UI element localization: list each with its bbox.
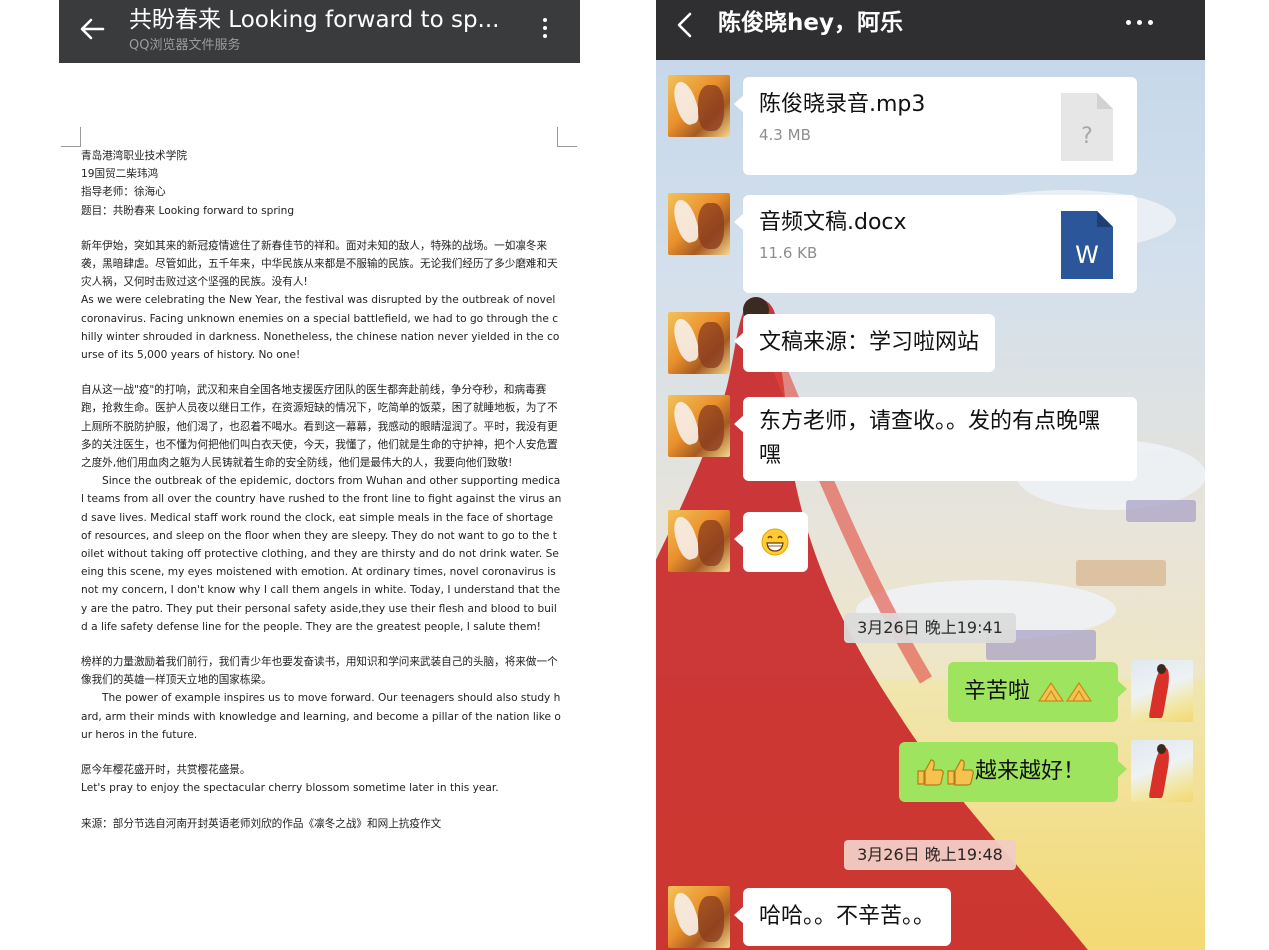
doc-paragraph: 榜样的力量激励着我们前行，我们青少年也要发奋读书，用知识和学问来武装自己的头脑，… <box>81 656 558 687</box>
doc-header-line: 青岛港湾职业技术学院 <box>81 150 187 162</box>
text-message[interactable]: 东方老师，请查收。。发的有点晚嘿嘿 <box>734 397 1137 481</box>
page-corner-mark-right <box>557 127 577 147</box>
back-arrow-icon[interactable] <box>77 14 107 44</box>
viewer-toolbar: 共盼春来 Looking forward to sp... QQ浏览器文件服务 <box>59 0 580 63</box>
text-message-sent[interactable]: 辛苦啦 <box>948 662 1127 722</box>
doc-paragraph: As we were celebrating the New Year, the… <box>81 294 560 362</box>
text-message[interactable]: 哈哈。。不辛苦。。 <box>733 888 952 946</box>
thumbs-up-icon <box>917 759 974 786</box>
file-message[interactable]: 陈俊晓录音.mp3 4.3 MB ? <box>734 77 1137 175</box>
page-corner-mark-left <box>61 127 81 147</box>
doc-header-line: 题目：共盼春来 Looking forward to spring <box>81 204 295 217</box>
chat-title: 陈俊晓hey，阿乐 <box>718 10 903 36</box>
file-message[interactable]: 音频文稿.docx 11.6 KB W <box>734 195 1137 293</box>
doc-paragraph: 愿今年樱花盛开时，共赏樱花盛景。 <box>81 764 251 777</box>
doc-header-line: 指导老师：徐海心 <box>81 186 166 199</box>
hands-together-icon <box>1037 681 1093 702</box>
message-text: 哈哈。。不辛苦。。 <box>759 904 936 929</box>
chat-header: 陈俊晓hey，阿乐 <box>656 0 1205 60</box>
document-body: 青岛港湾职业技术学院 19国贸二柴玮鸿 指导老师：徐海心 题目：共盼春来 Loo… <box>81 147 562 833</box>
doc-header-line: 19国贸二柴玮鸿 <box>81 168 159 181</box>
message-text: 越来越好！ <box>975 759 1086 784</box>
contact-avatar[interactable] <box>668 312 730 374</box>
text-message-sent[interactable]: 越来越好！ <box>899 742 1127 802</box>
timestamp: 3月26日 晚上19:41 <box>844 613 1016 643</box>
doc-source-line: 来源：部分节选自河南开封英语老师刘欣的作品《凛冬之战》和网上抗疫作文 <box>81 817 442 830</box>
contact-avatar[interactable] <box>668 510 730 572</box>
document-title: 共盼春来 Looking forward to sp... <box>129 7 500 33</box>
back-chevron-icon[interactable] <box>674 10 696 40</box>
more-options-icon[interactable] <box>534 15 556 45</box>
document-source: QQ浏览器文件服务 <box>129 38 241 53</box>
document-viewer: 共盼春来 Looking forward to sp... QQ浏览器文件服务 … <box>59 0 580 950</box>
file-size: 11.6 KB <box>759 244 818 262</box>
unknown-file-icon: ? <box>1061 93 1113 161</box>
message-text: 文稿来源：学习啦网站 <box>759 330 980 355</box>
doc-paragraph: Since the outbreak of the epidemic, doct… <box>81 475 562 633</box>
doc-paragraph: The power of example inspires us to move… <box>81 692 561 741</box>
file-name: 陈俊晓录音.mp3 <box>759 92 926 117</box>
screenshot-root: 共盼春来 Looking forward to sp... QQ浏览器文件服务 … <box>0 0 1269 950</box>
word-file-icon: W <box>1061 211 1113 279</box>
contact-avatar[interactable] <box>668 193 730 255</box>
text-message[interactable]: 文稿来源：学习啦网站 <box>733 314 996 372</box>
user-avatar[interactable] <box>1131 740 1193 802</box>
emoji-message[interactable] <box>734 512 808 572</box>
doc-paragraph: 新年伊始，突如其来的新冠疫情遮住了新春佳节的祥和。面对未知的敌人，特殊的战场。一… <box>81 239 558 289</box>
message-text: 东方老师，请查收。。发的有点晚嘿嘿 <box>759 409 1101 468</box>
timestamp: 3月26日 晚上19:48 <box>844 840 1016 870</box>
contact-avatar[interactable] <box>668 75 730 137</box>
more-options-icon[interactable] <box>1126 20 1160 28</box>
user-avatar[interactable] <box>1131 660 1193 722</box>
message-text: 辛苦啦 <box>964 679 1031 704</box>
contact-avatar[interactable] <box>668 886 730 948</box>
chat-window: 陈俊晓hey，阿乐 陈俊晓录音.mp3 4.3 MB ? 音频文稿.docx 1… <box>656 0 1205 950</box>
file-size: 4.3 MB <box>759 126 811 144</box>
svg-text:?: ? <box>1081 124 1093 149</box>
doc-paragraph: 自从这一战"疫"的打响，武汉和来自全国各地支援医疗团队的医生都奔赴前线，争分夺秒… <box>81 384 558 470</box>
grin-emoji-icon <box>761 528 789 556</box>
wallpaper-figure <box>656 297 1088 950</box>
svg-text:W: W <box>1075 241 1099 269</box>
file-name: 音频文稿.docx <box>759 210 907 235</box>
doc-paragraph: Let's pray to enjoy the spectacular cher… <box>81 782 499 795</box>
chat-wallpaper <box>656 60 1205 950</box>
contact-avatar[interactable] <box>668 395 730 457</box>
